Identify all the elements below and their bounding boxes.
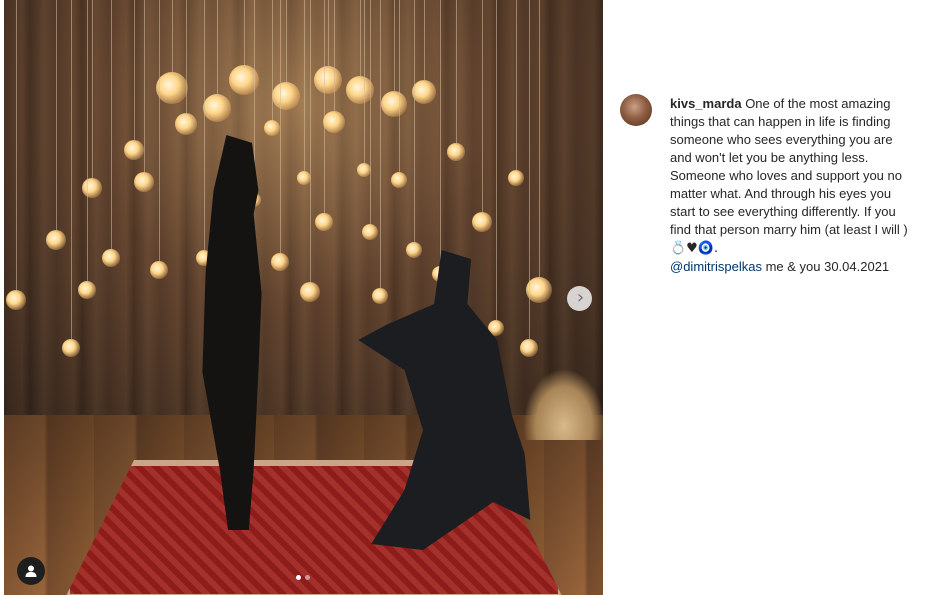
light-bulb (412, 80, 436, 104)
light-bulb (406, 242, 422, 258)
post-photo[interactable] (4, 0, 603, 595)
light-bulb (300, 282, 320, 302)
carousel-dot (305, 575, 310, 580)
light-bulb (520, 339, 538, 357)
light-bulb (203, 94, 231, 122)
user-icon (25, 565, 37, 577)
light-bulb (447, 143, 465, 161)
light-bulb (264, 120, 280, 136)
light-bulb (78, 281, 96, 299)
light-bulb (272, 82, 300, 110)
light-bulb (362, 224, 378, 240)
mention-link[interactable]: @dimitrispelkas (670, 259, 762, 274)
carousel-dot (296, 575, 301, 580)
username-link[interactable]: kivs_marda (670, 96, 742, 111)
chevron-right-icon: › (576, 286, 585, 308)
light-bulb (134, 172, 154, 192)
light-bulb (508, 170, 524, 186)
avatar[interactable] (620, 94, 652, 126)
light-bulb (391, 172, 407, 188)
light-bulb (6, 290, 26, 310)
light-bulb (357, 163, 371, 177)
light-bulb (297, 171, 311, 185)
light-bulb (124, 140, 144, 160)
light-bulb (62, 339, 80, 357)
caption-text: One of the most amazing things that can … (670, 96, 908, 237)
caption-emojis: 💍♥🧿. (670, 241, 719, 256)
light-bulb (323, 111, 345, 133)
light-bulb (156, 72, 188, 104)
tagged-users-button[interactable] (17, 557, 45, 585)
light-bulb (314, 66, 342, 94)
light-bulb (381, 91, 407, 117)
caption-tail: me & you 30.04.2021 (761, 259, 890, 274)
light-bulb (102, 249, 120, 267)
light-bulb (372, 288, 388, 304)
light-bulb (315, 213, 333, 231)
post-caption: kivs_marda One of the most amazing thing… (670, 95, 910, 276)
carousel-indicator (296, 575, 310, 580)
light-bulb (150, 261, 168, 279)
light-bulb (82, 178, 102, 198)
light-bulb (271, 253, 289, 271)
carousel-next-button[interactable]: › (567, 286, 592, 311)
light-bulb (46, 230, 66, 250)
light-bulb (175, 113, 197, 135)
pampas-plant (524, 370, 603, 440)
light-bulb (472, 212, 492, 232)
